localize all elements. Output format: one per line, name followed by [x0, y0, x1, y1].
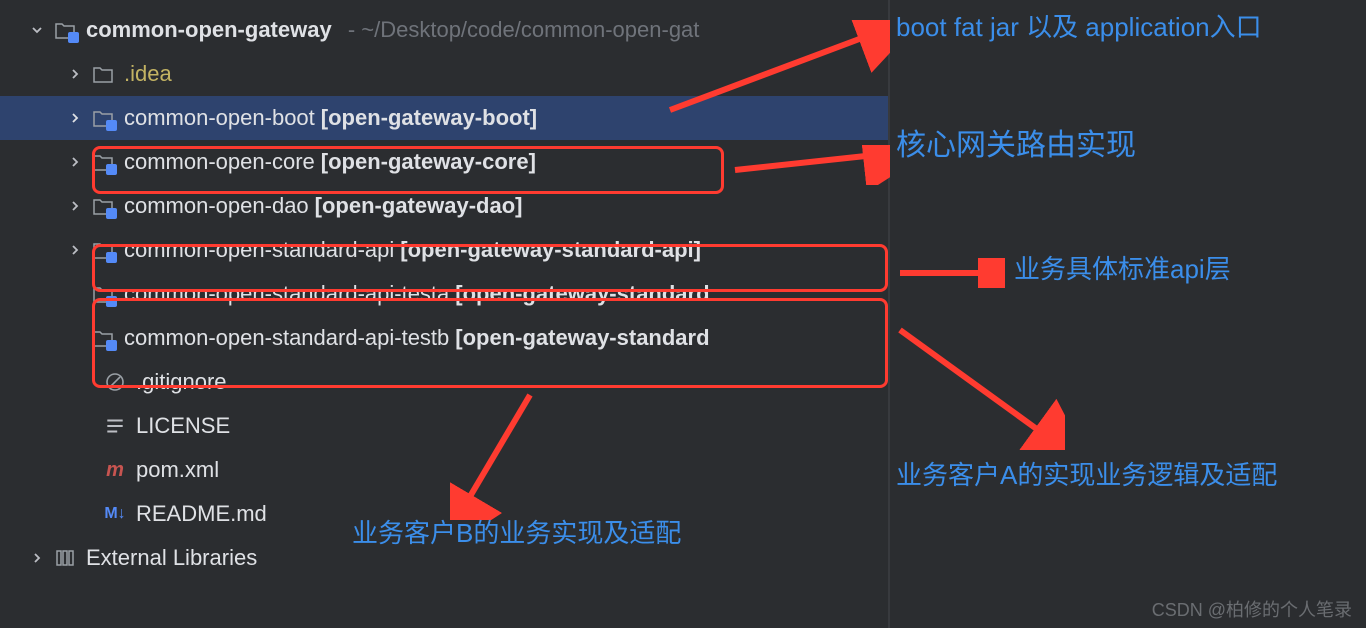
- external-label: External Libraries: [86, 545, 257, 571]
- arrow-testa: [895, 320, 1065, 450]
- text-lines-icon: [104, 415, 126, 437]
- watermark: CSDN @柏修的个人笔录: [1152, 596, 1352, 622]
- chevron-right-icon[interactable]: [66, 109, 84, 127]
- annotation-core: 核心网关路由实现: [896, 126, 1336, 167]
- item-suffix: [open-gateway-boot]: [321, 105, 537, 131]
- project-tree: common-open-gateway - ~/Desktop/code/com…: [0, 0, 888, 580]
- tree-item-pom[interactable]: m pom.xml: [0, 448, 888, 492]
- annotation-testb: 业务客户B的业务实现及适配: [352, 516, 692, 551]
- module-icon: [92, 327, 114, 349]
- arrow-api: [895, 258, 1005, 288]
- item-suffix: [open-gateway-dao]: [315, 193, 523, 219]
- folder-icon: [92, 63, 114, 85]
- chevron-right-icon[interactable]: [66, 65, 84, 83]
- item-label: common-open-dao: [124, 193, 309, 219]
- item-label: common-open-standard-api-testb: [124, 325, 449, 351]
- maven-icon: m: [104, 459, 126, 481]
- tree-item-gitignore[interactable]: .gitignore: [0, 360, 888, 404]
- item-suffix: [open-gateway-standard-api]: [400, 237, 701, 263]
- chevron-down-icon[interactable]: [28, 21, 46, 39]
- module-icon: [92, 283, 114, 305]
- item-label: LICENSE: [136, 413, 230, 439]
- chevron-right-icon[interactable]: [28, 549, 46, 567]
- markdown-icon: M↓: [104, 503, 126, 525]
- module-icon: [92, 239, 114, 261]
- chevron-right-icon[interactable]: [66, 241, 84, 259]
- annotation-testa: 业务客户A的实现业务逻辑及适配: [896, 458, 1336, 493]
- item-suffix: [open-gateway-standard: [455, 325, 709, 351]
- root-name: common-open-gateway: [86, 17, 332, 43]
- tree-item-license[interactable]: LICENSE: [0, 404, 888, 448]
- module-icon: [92, 151, 114, 173]
- tree-item-boot[interactable]: common-open-boot [open-gateway-boot]: [0, 96, 888, 140]
- chevron-right-icon[interactable]: [66, 197, 84, 215]
- module-icon: [92, 195, 114, 217]
- tree-root[interactable]: common-open-gateway - ~/Desktop/code/com…: [0, 8, 888, 52]
- item-label: README.md: [136, 501, 267, 527]
- annotation-boot: boot fat jar 以及 application入口: [896, 10, 1336, 45]
- root-path: - ~/Desktop/code/common-open-gat: [342, 17, 700, 43]
- item-label: common-open-boot: [124, 105, 315, 131]
- item-label: common-open-standard-api-testa: [124, 281, 449, 307]
- annotation-api: 业务具体标准api层: [1014, 252, 1354, 287]
- item-suffix: [open-gateway-standard: [455, 281, 709, 307]
- item-label: .idea: [124, 61, 172, 87]
- tree-item-testb[interactable]: common-open-standard-api-testb [open-gat…: [0, 316, 888, 360]
- item-suffix: [open-gateway-core]: [321, 149, 536, 175]
- chevron-right-icon[interactable]: [66, 153, 84, 171]
- tree-item-core[interactable]: common-open-core [open-gateway-core]: [0, 140, 888, 184]
- item-label: common-open-core: [124, 149, 315, 175]
- item-label: pom.xml: [136, 457, 219, 483]
- tree-item-dao[interactable]: common-open-dao [open-gateway-dao]: [0, 184, 888, 228]
- module-icon: [92, 107, 114, 129]
- item-label: .gitignore: [136, 369, 227, 395]
- block-icon: [104, 371, 126, 393]
- folder-icon: [54, 19, 76, 41]
- tree-item-idea[interactable]: .idea: [0, 52, 888, 96]
- panel-divider[interactable]: [888, 0, 890, 628]
- tree-item-testa[interactable]: common-open-standard-api-testa [open-gat…: [0, 272, 888, 316]
- library-icon: [54, 547, 76, 569]
- tree-item-standard-api[interactable]: common-open-standard-api [open-gateway-s…: [0, 228, 888, 272]
- item-label: common-open-standard-api: [124, 237, 394, 263]
